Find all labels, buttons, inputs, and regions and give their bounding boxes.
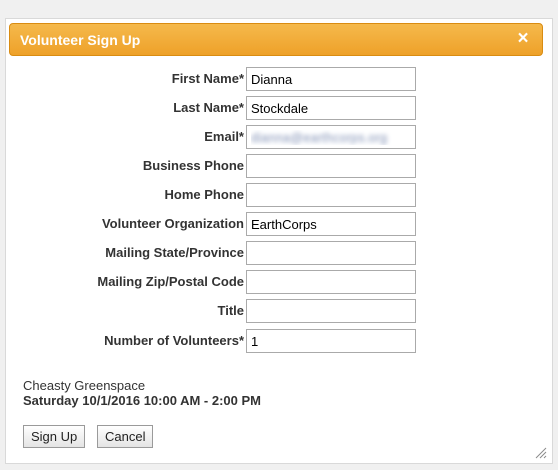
title-label: Title [217,303,245,318]
mailing-zip-input[interactable] [246,270,416,294]
mailing-zip-row: Mailing Zip/Postal Code [6,270,554,294]
dialog-titlebar[interactable]: Volunteer Sign Up × [9,23,543,56]
event-datetime: Saturday 10/1/2016 10:00 AM - 2:00 PM [23,393,261,408]
business-phone-row: Business Phone [6,154,554,178]
home-phone-input[interactable] [246,183,416,207]
cancel-button[interactable]: Cancel [97,425,154,448]
home-phone-label: Home Phone [164,187,244,202]
resize-grip-icon[interactable] [533,445,547,459]
first-name-input[interactable] [246,67,416,91]
last-name-label: Last Name* [173,100,244,115]
email-row: Email* [6,125,554,149]
number-of-volunteers-input[interactable] [246,329,416,353]
event-name: Cheasty Greenspace [23,378,146,393]
title-input[interactable] [246,299,416,323]
mailing-state-input[interactable] [246,241,416,265]
business-phone-input[interactable] [246,154,416,178]
title-row: Title [6,299,554,323]
last-name-input[interactable] [246,96,416,120]
number-of-volunteers-row: Number of Volunteers* [6,329,554,353]
last-name-row: Last Name* [6,96,554,120]
volunteer-organization-row: Volunteer Organization [6,212,554,236]
volunteer-organization-label: Volunteer Organization [101,216,244,231]
event-info: Cheasty Greenspace Saturday 10/1/2016 10… [23,378,261,408]
mailing-state-row: Mailing State/Province [6,241,554,265]
business-phone-label: Business Phone [142,158,244,173]
mailing-zip-label: Mailing Zip/Postal Code [97,274,244,289]
dialog-title: Volunteer Sign Up [20,32,141,48]
first-name-label: First Name* [171,71,244,86]
email-label: Email* [204,129,244,144]
mailing-state-label: Mailing State/Province [105,245,244,260]
first-name-row: First Name* [6,67,554,91]
volunteer-organization-input[interactable] [246,212,416,236]
number-of-volunteers-label: Number of Volunteers* [104,333,244,348]
close-icon[interactable]: × [514,29,532,49]
sign-up-button[interactable]: Sign Up [23,425,86,448]
home-phone-row: Home Phone [6,183,554,207]
volunteer-signup-dialog: Volunteer Sign Up × First Name* Last Nam… [5,18,553,464]
email-input[interactable] [246,125,416,149]
